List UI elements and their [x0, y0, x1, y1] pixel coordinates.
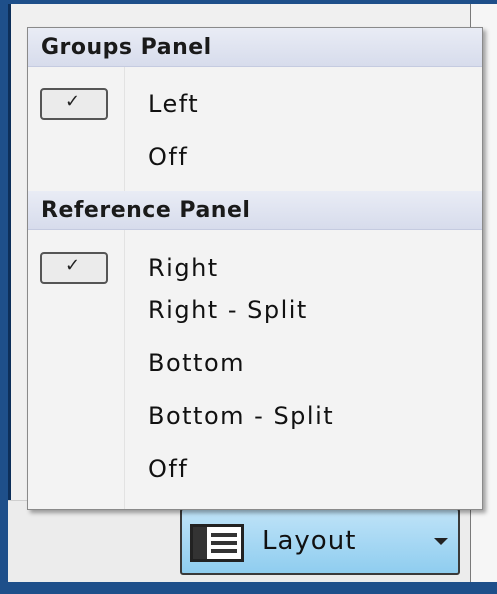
window-bottom-border: [8, 582, 497, 594]
section-header-reference-panel: Reference Panel: [28, 191, 482, 230]
layout-button-label: Layout: [262, 526, 357, 556]
menu-item-reference-right-split[interactable]: Right - Split: [28, 270, 482, 324]
menu-item-reference-bottom[interactable]: Bottom: [28, 323, 482, 377]
menu-item-label: Bottom: [148, 349, 246, 377]
menu-item-label: Off: [148, 143, 189, 171]
layout-button[interactable]: Layout: [180, 508, 460, 575]
section-header-label: Groups Panel: [41, 35, 212, 60]
menu-item-label: Right - Split: [148, 296, 308, 324]
layout-panels-icon: [190, 524, 244, 562]
menu-item-reference-bottom-split[interactable]: Bottom - Split: [28, 376, 482, 430]
layout-menu: Groups Panel ✓ Left Off Reference Panel …: [27, 27, 483, 510]
menu-item-groups-left[interactable]: ✓ Left: [28, 80, 482, 128]
menu-item-groups-off[interactable]: Off: [28, 133, 482, 181]
checkmark-icon: ✓: [40, 88, 108, 120]
menu-item-label: Off: [148, 455, 189, 483]
chevron-down-icon[interactable]: [434, 538, 448, 545]
menu-item-label: Left: [148, 90, 200, 118]
menu-item-reference-off[interactable]: Off: [28, 429, 482, 483]
menu-item-label: Bottom - Split: [148, 402, 335, 430]
section-header-label: Reference Panel: [41, 198, 251, 223]
section-header-groups-panel: Groups Panel: [28, 28, 482, 67]
